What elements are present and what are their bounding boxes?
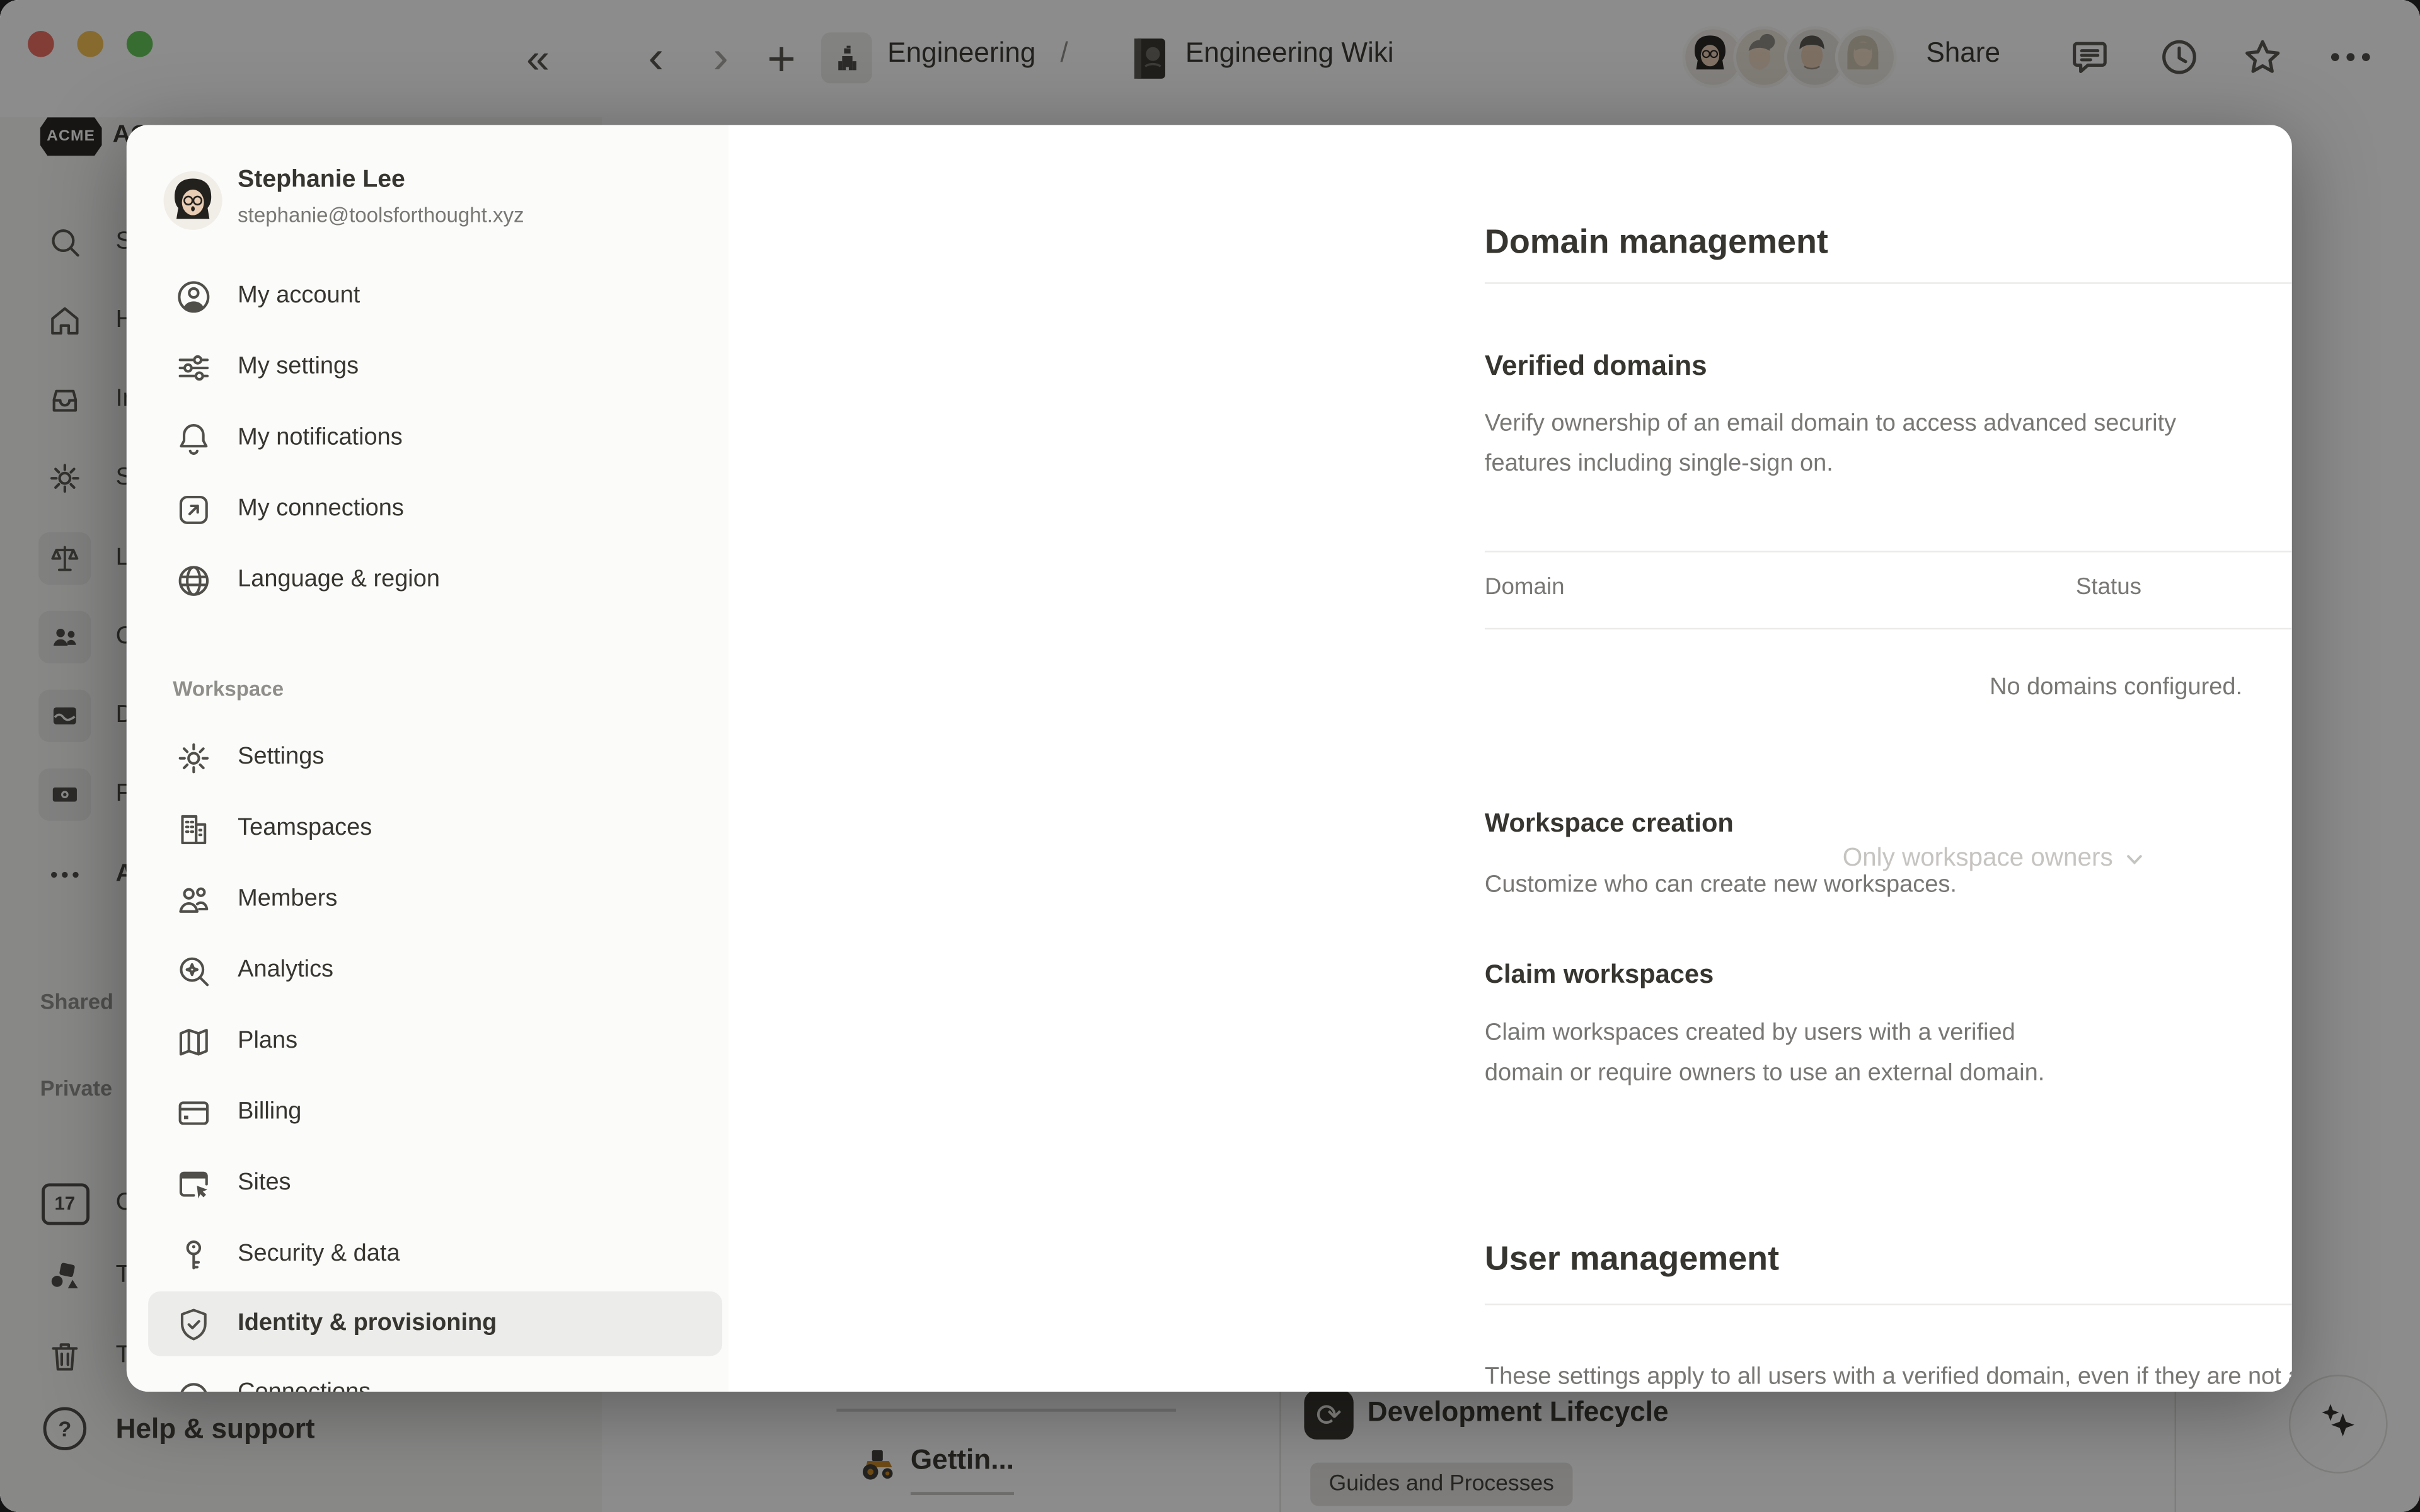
user-management-note: These settings apply to all users with a… bbox=[1485, 1364, 2292, 1392]
page-title: Domain management bbox=[1485, 222, 1828, 263]
plug-icon bbox=[173, 1374, 213, 1392]
chevron-down-icon bbox=[2124, 848, 2145, 869]
user-email: stephanie@toolsforthought.xyz bbox=[238, 203, 524, 227]
menu-item-language-region[interactable]: Language & region bbox=[148, 549, 722, 611]
sites-icon bbox=[173, 1164, 213, 1203]
menu-item-sites[interactable]: Sites bbox=[148, 1152, 722, 1214]
settings-content: Domain management Verified domains Verif… bbox=[729, 125, 2292, 1392]
divider bbox=[1485, 282, 2292, 284]
user-management-heading: User management bbox=[1485, 1239, 1779, 1280]
menu-item-my-notifications[interactable]: My notifications bbox=[148, 408, 722, 469]
user-name: Stephanie Lee bbox=[238, 166, 405, 194]
shield-check-icon bbox=[173, 1305, 213, 1343]
menu-item-security-data[interactable]: Security & data bbox=[148, 1223, 722, 1285]
menu-item-billing[interactable]: Billing bbox=[148, 1082, 722, 1143]
credit-card-icon bbox=[173, 1093, 213, 1131]
verified-domains-heading: Verified domains bbox=[1485, 350, 1707, 382]
workspace-creation-heading: Workspace creation bbox=[1485, 808, 1734, 839]
sliders-icon bbox=[173, 348, 213, 386]
globe-icon bbox=[173, 561, 213, 599]
table-header-border bbox=[1485, 628, 2292, 629]
arrow-out-icon bbox=[173, 490, 213, 529]
menu-item-identity-provisioning[interactable]: Identity & provisioning bbox=[148, 1292, 722, 1356]
empty-table-message: No domains configured. bbox=[1485, 674, 2292, 702]
bell-icon bbox=[173, 419, 213, 457]
settings-dialog: Stephanie Lee stephanie@toolsforthought.… bbox=[127, 125, 2292, 1392]
members-icon bbox=[173, 880, 213, 919]
menu-item-my-connections[interactable]: My connections bbox=[148, 478, 722, 540]
user-avatar[interactable] bbox=[164, 171, 222, 230]
settings-sidebar: Stephanie Lee stephanie@toolsforthought.… bbox=[127, 125, 729, 1392]
buildings-icon bbox=[173, 809, 213, 847]
menu-item-members[interactable]: Members bbox=[148, 869, 722, 931]
column-header-domain: Domain bbox=[1485, 574, 1565, 600]
app-window: ACME ACME Search Home Inbox Settings bbox=[0, 0, 2420, 1512]
analytics-icon bbox=[173, 951, 213, 990]
menu-item-teamspaces[interactable]: Teamspaces bbox=[148, 798, 722, 859]
menu-item-plans[interactable]: Plans bbox=[148, 1011, 722, 1072]
key-icon bbox=[173, 1235, 213, 1273]
divider bbox=[1485, 1303, 2292, 1305]
claim-workspaces-heading: Claim workspaces bbox=[1485, 959, 1714, 990]
table-top-border bbox=[1485, 551, 2292, 552]
menu-item-connections[interactable]: Connections bbox=[148, 1362, 722, 1392]
menu-item-my-account[interactable]: My account bbox=[148, 265, 722, 327]
column-header-status: Status bbox=[2076, 574, 2141, 600]
menu-item-my-settings[interactable]: My settings bbox=[148, 336, 722, 398]
workspace-creation-dropdown[interactable]: Only workspace owners bbox=[1843, 844, 2145, 874]
verified-domains-description: Verify ownership of an email domain to a… bbox=[1485, 404, 2176, 484]
workspace-section-label: Workspace bbox=[173, 677, 284, 701]
map-icon bbox=[173, 1022, 213, 1060]
menu-item-workspace-settings[interactable]: Settings bbox=[148, 726, 722, 788]
person-circle-icon bbox=[173, 277, 213, 316]
claim-workspaces-description: Claim workspaces created by users with a… bbox=[1485, 1014, 2044, 1094]
menu-item-analytics[interactable]: Analytics bbox=[148, 939, 722, 1001]
gear-icon bbox=[173, 738, 213, 777]
